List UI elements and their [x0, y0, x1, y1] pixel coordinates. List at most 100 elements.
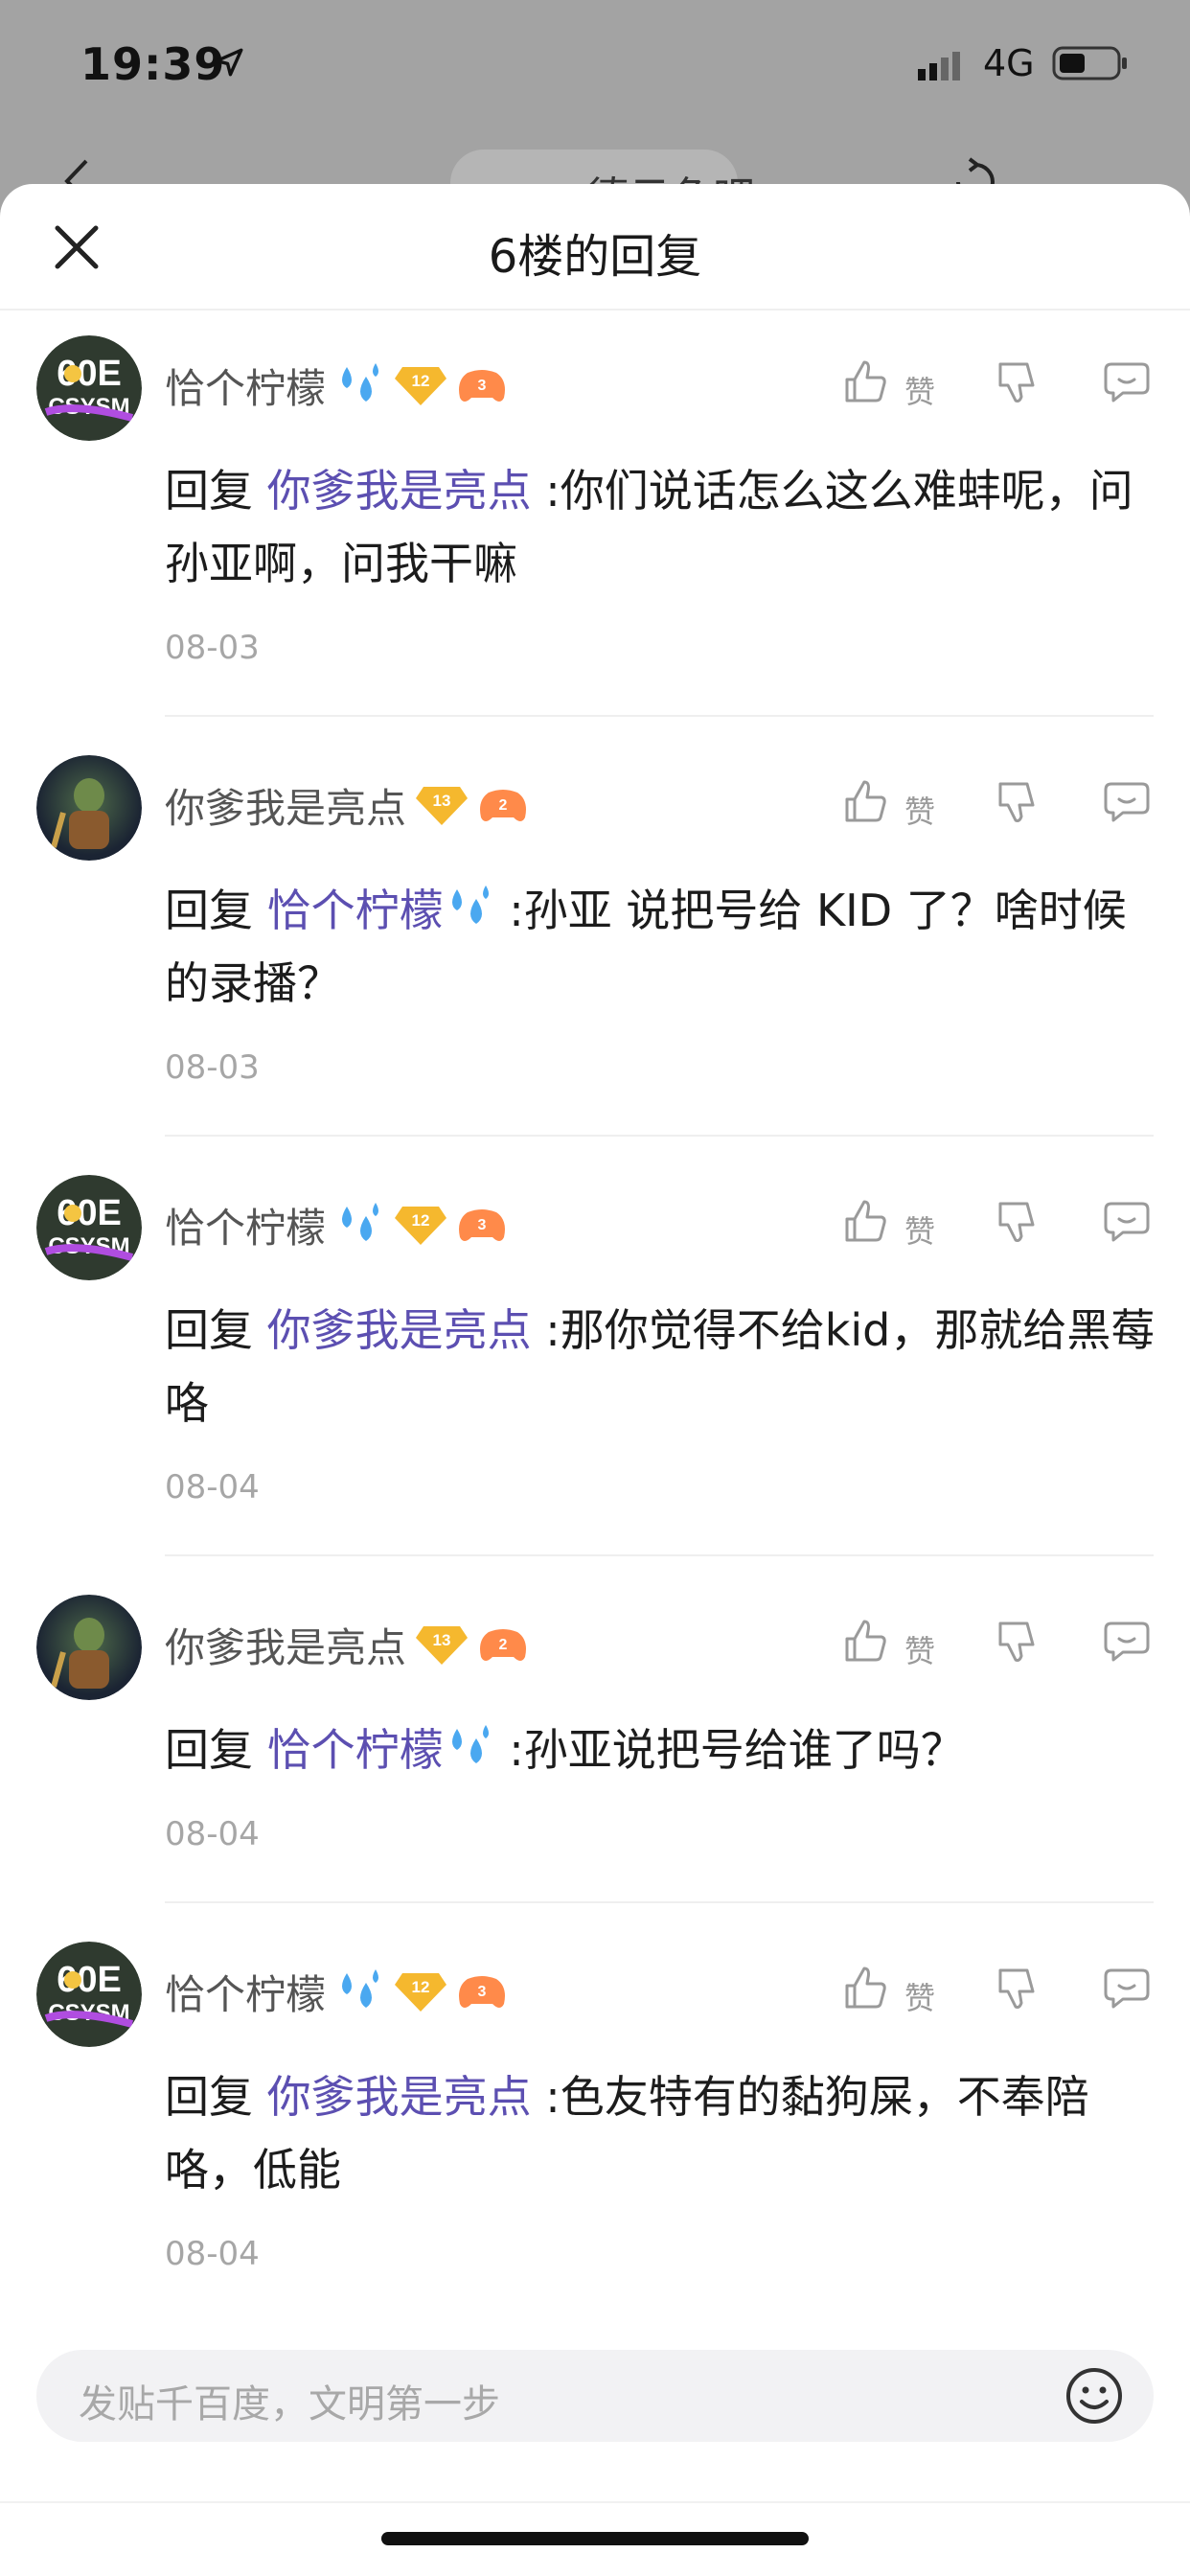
- like-label[interactable]: 赞: [904, 1208, 935, 1252]
- mention-link[interactable]: 恰个柠檬: [267, 1724, 444, 1776]
- sheet-title: 6楼的回复: [488, 230, 702, 284]
- avatar[interactable]: 60E CSYSM: [36, 1942, 142, 2047]
- mention-link[interactable]: 你爹我是亮点: [267, 1304, 532, 1356]
- badge-number: 3: [478, 378, 487, 394]
- user-row: 恰个柠檬 12 3: [165, 1963, 508, 2020]
- sweat-drops-icon: [451, 1725, 489, 1763]
- level-number: 12: [412, 372, 430, 390]
- reply-item[interactable]: 60E CSYSM 恰个柠檬 12 3 赞 回复 你爹我是亮点 :那你觉得不给k…: [0, 1175, 1190, 1556]
- reply-text: 回复 你爹我是亮点 :你们说话怎么这么难蚌呢，问孙亚啊，问我干嘛: [165, 454, 1161, 600]
- comment-icon[interactable]: [1102, 1618, 1152, 1666]
- status-time: 19:39: [80, 38, 226, 90]
- username[interactable]: 恰个柠檬: [165, 356, 326, 415]
- avatar[interactable]: [36, 755, 142, 861]
- comment-input[interactable]: 发贴千百度，文明第一步: [36, 2350, 1154, 2442]
- reply-item[interactable]: 你爹我是亮点 13 2 赞 回复 恰个柠檬 :孙亚 说把号给 KID 了？啥时候…: [0, 755, 1190, 1137]
- reply-sheet: 6楼的回复 60E CSYSM 恰个柠檬 12 3 赞 回复 你爹我是亮点 :你…: [0, 184, 1190, 2576]
- reply-text: 回复 你爹我是亮点 :色友特有的黏狗屎，不奉陪咯，低能: [165, 2060, 1161, 2206]
- reply-divider: [165, 1135, 1154, 1137]
- reply-prefix: 回复: [165, 885, 253, 936]
- reply-date: 08-04: [165, 2235, 260, 2273]
- gamepad-badge-icon: 3: [459, 1976, 506, 2008]
- badge-number: 3: [478, 1217, 487, 1233]
- reply-body: :孙亚说把号给谁了吗？: [494, 1724, 965, 1776]
- reply-date: 08-04: [165, 1815, 260, 1853]
- gamepad-badge-icon: 3: [459, 370, 506, 402]
- divider: [0, 2501, 1190, 2503]
- comment-icon[interactable]: [1102, 778, 1152, 826]
- avatar[interactable]: 60E CSYSM: [36, 335, 142, 441]
- badge-number: 2: [499, 797, 508, 814]
- user-row: 你爹我是亮点 13 2: [165, 776, 529, 834]
- level-badge-icon: 12: [395, 1207, 447, 1245]
- comment-icon[interactable]: [1102, 1198, 1152, 1246]
- like-label[interactable]: 赞: [904, 1627, 935, 1671]
- level-badge-icon: 13: [416, 787, 469, 825]
- thumbs-down-icon[interactable]: [993, 1965, 1041, 2012]
- username[interactable]: 你爹我是亮点: [165, 1616, 406, 1674]
- like-label[interactable]: 赞: [904, 368, 935, 412]
- sheet-header: 6楼的回复: [0, 184, 1190, 310]
- gamepad-badge-icon: 2: [480, 790, 527, 821]
- comment-icon[interactable]: [1102, 358, 1152, 406]
- sweat-drops-icon: [342, 1203, 379, 1241]
- reply-date: 08-03: [165, 1048, 260, 1087]
- sweat-drops-icon: [342, 363, 379, 402]
- user-row: 恰个柠檬 12 3: [165, 1196, 508, 1254]
- location-arrow-icon: [215, 48, 243, 77]
- avatar[interactable]: 60E CSYSM: [36, 1175, 142, 1280]
- thumbs-down-icon[interactable]: [993, 1198, 1041, 1246]
- mention-link[interactable]: 你爹我是亮点: [267, 465, 532, 517]
- level-badge-icon: 12: [395, 367, 447, 405]
- sweat-drops-icon: [451, 886, 489, 924]
- thumbs-up-icon[interactable]: [841, 1618, 889, 1666]
- avatar[interactable]: [36, 1595, 142, 1700]
- signal-icon: [918, 52, 960, 80]
- battery-icon: [1052, 46, 1127, 80]
- comment-icon[interactable]: [1102, 1965, 1152, 2012]
- mention-link[interactable]: 你爹我是亮点: [267, 2071, 532, 2123]
- level-badge-icon: 12: [395, 1973, 447, 2012]
- level-number: 12: [412, 1211, 430, 1230]
- level-number: 13: [433, 1631, 451, 1649]
- reply-divider: [165, 1901, 1154, 1903]
- reply-prefix: 回复: [165, 1724, 253, 1776]
- thumbs-up-icon[interactable]: [841, 778, 889, 826]
- reply-text: 回复 恰个柠檬 :孙亚 说把号给 KID 了？啥时候的录播？: [165, 874, 1161, 1020]
- reply-prefix: 回复: [165, 1304, 253, 1356]
- badge-number: 3: [478, 1984, 487, 2000]
- reply-prefix: 回复: [165, 2071, 253, 2123]
- username[interactable]: 恰个柠檬: [165, 1196, 326, 1254]
- username[interactable]: 恰个柠檬: [165, 1963, 326, 2021]
- like-label[interactable]: 赞: [904, 1974, 935, 2018]
- reply-item[interactable]: 你爹我是亮点 13 2 赞 回复 恰个柠檬 :孙亚说把号给谁了吗？ 08-04: [0, 1595, 1190, 1903]
- reply-item[interactable]: 60E CSYSM 恰个柠檬 12 3 赞 回复 你爹我是亮点 :你们说话怎么这…: [0, 335, 1190, 717]
- home-indicator: [381, 2532, 809, 2545]
- reply-item[interactable]: 60E CSYSM 恰个柠檬 12 3 赞 回复 你爹我是亮点 :色友特有的黏狗…: [0, 1942, 1190, 2312]
- thumbs-up-icon[interactable]: [841, 358, 889, 406]
- reply-text: 回复 你爹我是亮点 :那你觉得不给kid，那就给黑莓咯: [165, 1294, 1161, 1439]
- thumbs-down-icon[interactable]: [993, 358, 1041, 406]
- user-row: 你爹我是亮点 13 2: [165, 1616, 529, 1673]
- mention-link[interactable]: 恰个柠檬: [267, 885, 444, 936]
- like-label[interactable]: 赞: [904, 788, 935, 832]
- username[interactable]: 你爹我是亮点: [165, 776, 406, 835]
- thumbs-up-icon[interactable]: [841, 1198, 889, 1246]
- thumbs-up-icon[interactable]: [841, 1965, 889, 2012]
- thumbs-down-icon[interactable]: [993, 778, 1041, 826]
- reply-divider: [165, 715, 1154, 717]
- network-label: 4G: [983, 42, 1035, 84]
- badge-number: 2: [499, 1637, 508, 1653]
- reply-date: 08-03: [165, 629, 260, 667]
- level-number: 12: [412, 1978, 430, 1996]
- status-bar: 19:39 4G: [0, 0, 1190, 125]
- reply-date: 08-04: [165, 1468, 260, 1506]
- reply-prefix: 回复: [165, 465, 253, 517]
- gamepad-badge-icon: 3: [459, 1209, 506, 1241]
- input-placeholder: 发贴千百度，文明第一步: [79, 2382, 500, 2426]
- emoji-icon[interactable]: [1064, 2365, 1125, 2426]
- user-row: 恰个柠檬 12 3: [165, 356, 508, 414]
- thumbs-down-icon[interactable]: [993, 1618, 1041, 1666]
- reply-divider: [165, 1554, 1154, 1556]
- sweat-drops-icon: [342, 1969, 379, 2008]
